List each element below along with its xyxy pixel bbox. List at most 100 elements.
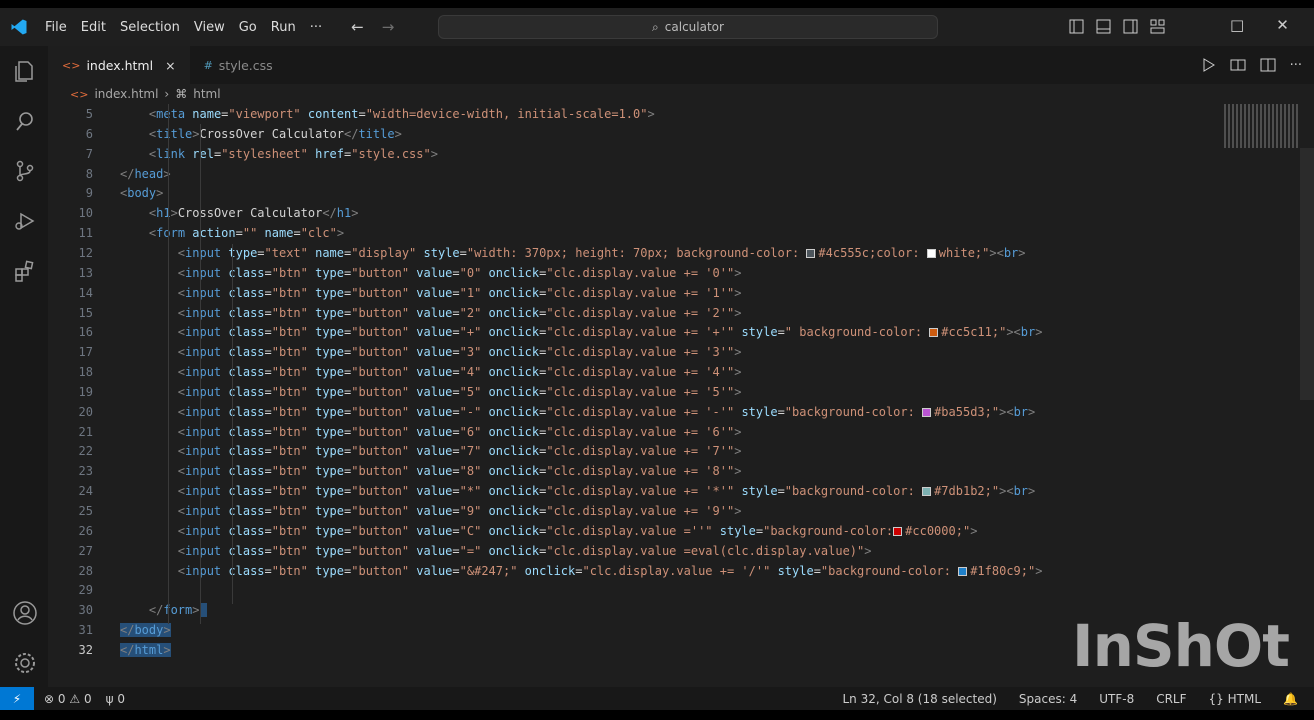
breadcrumb: <> index.html › ⌘ html xyxy=(48,84,1314,104)
run-file-icon[interactable] xyxy=(1200,57,1216,73)
color-swatch-icon[interactable] xyxy=(958,566,968,576)
toggle-panel-icon[interactable] xyxy=(1095,18,1112,35)
code-line[interactable]: 18 <input class="btn" type="button" valu… xyxy=(48,362,1218,382)
code-line[interactable]: 12 <input type="text" name="display" sty… xyxy=(48,243,1218,263)
minimap[interactable] xyxy=(1224,104,1300,148)
code-text: <input class="btn" type="button" value="… xyxy=(177,305,742,320)
html-icon: <> xyxy=(62,58,81,72)
code-line[interactable]: 21 <input class="btn" type="button" valu… xyxy=(48,422,1218,442)
extensions-icon[interactable] xyxy=(12,258,38,284)
code-line[interactable]: 11 <form action="" name="clc"> xyxy=(48,223,1218,243)
ports-indicator[interactable]: ψ 0 xyxy=(106,692,125,706)
color-swatch-icon[interactable] xyxy=(922,487,932,497)
account-icon[interactable] xyxy=(12,600,38,626)
code-line[interactable]: 19 <input class="btn" type="button" valu… xyxy=(48,382,1218,402)
code-line[interactable]: 31 </body> xyxy=(48,620,1218,640)
problems-indicator[interactable]: ⊗ 0 ⚠ 0 xyxy=(44,692,92,706)
line-number: 5 xyxy=(85,107,93,121)
code-line[interactable]: 29 xyxy=(48,580,1218,600)
menu-item[interactable]: File xyxy=(38,20,74,35)
code-line[interactable]: 30 </form> xyxy=(48,600,1218,620)
breadcrumb-file[interactable]: index.html xyxy=(94,87,158,101)
line-number: 20 xyxy=(78,404,93,419)
toggle-primary-sidebar-icon[interactable] xyxy=(1068,18,1085,35)
code-text: <input class="btn" type="button" value="… xyxy=(177,444,742,459)
run-debug-icon[interactable] xyxy=(12,208,38,234)
language-mode[interactable]: {} HTML xyxy=(1209,692,1262,706)
settings-gear-icon[interactable] xyxy=(12,650,38,676)
close-tab-icon[interactable]: × xyxy=(165,58,175,73)
editor-tabs: <> index.html × # style.css ··· xyxy=(48,46,1314,84)
line-number: 19 xyxy=(78,384,93,399)
code-line[interactable]: 15 <input class="btn" type="button" valu… xyxy=(48,303,1218,323)
line-ending[interactable]: CRLF xyxy=(1156,692,1186,706)
tab-style-css[interactable]: # style.css xyxy=(190,46,287,84)
code-text: <input class="btn" type="button" value="… xyxy=(177,464,742,479)
code-line[interactable]: 20 <input class="btn" type="button" valu… xyxy=(48,402,1218,422)
toggle-secondary-sidebar-icon[interactable] xyxy=(1122,18,1139,35)
menu-item[interactable]: View xyxy=(187,20,232,35)
code-line[interactable]: 25 <input class="btn" type="button" valu… xyxy=(48,501,1218,521)
menu-item[interactable]: Edit xyxy=(74,20,113,35)
line-number: 31 xyxy=(78,623,93,638)
code-line[interactable]: 7 <link rel="stylesheet" href="style.css… xyxy=(48,144,1218,164)
code-text: <input class="btn" type="button" value="… xyxy=(177,563,1043,578)
open-preview-icon[interactable] xyxy=(1230,57,1246,73)
customize-layout-icon[interactable] xyxy=(1149,18,1166,35)
code-line[interactable]: 16 <input class="btn" type="button" valu… xyxy=(48,322,1218,342)
menu-item[interactable]: ··· xyxy=(303,20,329,35)
cursor-position[interactable]: Ln 32, Col 8 (18 selected) xyxy=(842,692,996,706)
code-line[interactable]: 27 <input class="btn" type="button" valu… xyxy=(48,541,1218,561)
command-search-input[interactable]: ⌕ calculator xyxy=(438,15,938,39)
menu-item[interactable]: Selection xyxy=(113,20,187,35)
indentation[interactable]: Spaces: 4 xyxy=(1019,692,1077,706)
close-window-icon[interactable]: ✕ xyxy=(1276,16,1289,34)
forward-arrow-icon[interactable]: → xyxy=(382,18,395,36)
source-control-icon[interactable] xyxy=(12,158,38,184)
code-line[interactable]: 32 </html> xyxy=(48,640,1218,660)
split-editor-icon[interactable] xyxy=(1260,57,1276,73)
code-line[interactable]: 24 <input class="btn" type="button" valu… xyxy=(48,481,1218,501)
back-arrow-icon[interactable]: ← xyxy=(351,18,364,36)
explorer-icon[interactable] xyxy=(12,58,38,84)
line-number: 8 xyxy=(85,166,93,181)
code-line[interactable]: 17 <input class="btn" type="button" valu… xyxy=(48,342,1218,362)
color-swatch-icon[interactable] xyxy=(929,328,939,338)
encoding[interactable]: UTF-8 xyxy=(1099,692,1134,706)
remote-indicator-icon[interactable]: ⚡ xyxy=(0,687,34,710)
code-line[interactable]: 5 <meta name="viewport" content="width=d… xyxy=(48,104,1218,124)
vertical-scrollbar[interactable] xyxy=(1300,148,1314,400)
code-line[interactable]: 13 <input class="btn" type="button" valu… xyxy=(48,263,1218,283)
notifications-bell-icon[interactable]: 🔔 xyxy=(1283,692,1298,706)
maximize-icon[interactable]: □ xyxy=(1230,16,1244,34)
code-text: <form action="" name="clc"> xyxy=(148,226,345,241)
code-text: <h1>CrossOver Calculator</h1> xyxy=(148,206,359,221)
code-editor[interactable]: 5 <meta name="viewport" content="width=d… xyxy=(48,104,1314,687)
menu-item[interactable]: Go xyxy=(232,20,264,35)
code-line[interactable]: 8 </head> xyxy=(48,164,1218,184)
more-actions-icon[interactable]: ··· xyxy=(1290,58,1302,73)
code-line[interactable]: 9 <body> xyxy=(48,183,1218,203)
search-view-icon[interactable] xyxy=(12,108,38,134)
color-swatch-icon[interactable] xyxy=(922,407,932,417)
code-line[interactable]: 28 <input class="btn" type="button" valu… xyxy=(48,561,1218,581)
ports-count: 0 xyxy=(117,691,125,706)
code-line[interactable]: 23 <input class="btn" type="button" valu… xyxy=(48,461,1218,481)
code-line[interactable]: 10 <h1>CrossOver Calculator</h1> xyxy=(48,203,1218,223)
code-text: <meta name="viewport" content="width=dev… xyxy=(148,107,655,121)
code-line[interactable]: 22 <input class="btn" type="button" valu… xyxy=(48,441,1218,461)
tab-index-html[interactable]: <> index.html × xyxy=(48,46,190,84)
color-swatch-icon[interactable] xyxy=(806,248,816,258)
line-number: 29 xyxy=(78,583,93,598)
color-swatch-icon[interactable] xyxy=(893,526,903,536)
code-line[interactable]: 14 <input class="btn" type="button" valu… xyxy=(48,283,1218,303)
menu-item[interactable]: Run xyxy=(264,20,303,35)
code-line[interactable]: 6 <title>CrossOver Calculator</title> xyxy=(48,124,1218,144)
activity-bar xyxy=(0,46,48,687)
line-number: 21 xyxy=(78,424,93,439)
color-swatch-icon[interactable] xyxy=(926,248,936,258)
code-line[interactable]: 26 <input class="btn" type="button" valu… xyxy=(48,521,1218,541)
tab-label: style.css xyxy=(218,57,273,73)
line-number: 22 xyxy=(78,444,93,459)
breadcrumb-element[interactable]: html xyxy=(193,87,220,101)
